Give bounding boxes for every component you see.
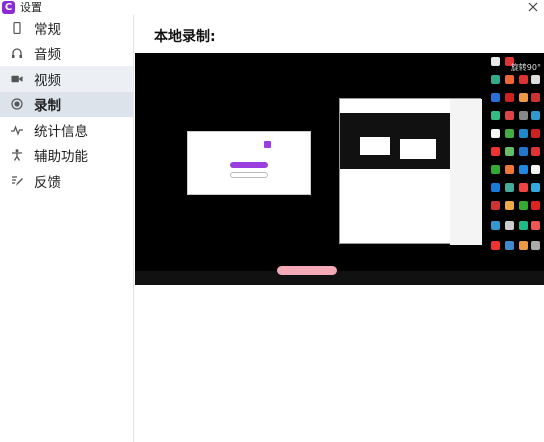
accessibility-icon (11, 149, 23, 162)
sidebar-item-feedback[interactable]: 反馈 (0, 168, 133, 194)
sidebar-item-statistics[interactable]: 统计信息 (0, 117, 133, 143)
settings-sidebar: 常规 音频 视频 录制 统计信息 辅助功能 反馈 (0, 15, 134, 442)
preview-recording-bar (277, 266, 337, 275)
window-title: 设置 (20, 1, 42, 14)
close-button[interactable] (526, 0, 540, 15)
sidebar-item-general[interactable]: 常规 (0, 15, 133, 41)
preview-corner-label: 旋转90° (510, 63, 541, 72)
sidebar-item-accessibility[interactable]: 辅助功能 (0, 143, 133, 169)
section-title: 本地录制: (154, 29, 216, 45)
screen-recording-preview: 旋转90° (135, 53, 544, 285)
sidebar-item-label: 视频 (34, 72, 61, 89)
recording-settings-panel: 本地录制: 旋转90° (135, 15, 544, 442)
preview-taskbar (135, 271, 544, 285)
sidebar-item-label: 反馈 (34, 174, 61, 191)
record-icon (11, 98, 23, 110)
title-bar: C 设置 (0, 0, 544, 15)
preview-dialog-thumbnail (187, 131, 311, 195)
sidebar-item-recording[interactable]: 录制 (0, 91, 133, 117)
sidebar-item-label: 录制 (34, 98, 61, 115)
headphones-icon (11, 47, 23, 59)
preview-nested-window (339, 98, 482, 245)
pulse-icon (11, 124, 23, 136)
phone-icon (11, 21, 23, 34)
sidebar-item-label: 辅助功能 (34, 149, 88, 166)
sidebar-item-video[interactable]: 视频 (0, 66, 133, 92)
app-logo-icon: C (2, 1, 15, 14)
close-icon (528, 2, 538, 12)
sidebar-item-label: 常规 (34, 21, 61, 38)
preview-desktop-icons (487, 53, 544, 285)
feedback-icon (11, 175, 23, 187)
sidebar-item-audio[interactable]: 音频 (0, 41, 133, 67)
camera-icon (11, 73, 23, 85)
sidebar-item-label: 音频 (34, 47, 61, 64)
sidebar-item-label: 统计信息 (34, 123, 88, 140)
settings-window: C 设置 常规 音频 视频 录制 统计信息 辅助功能 反馈 本地录制: 旋转90… (0, 0, 544, 442)
